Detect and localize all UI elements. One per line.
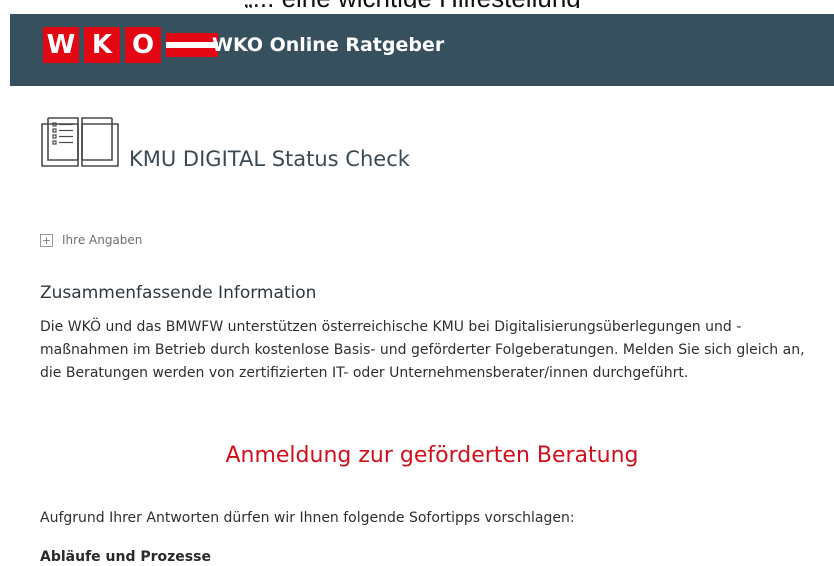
header-bar: W K O WKO Online Ratgeber	[10, 14, 834, 86]
tips-section-title: Abläufe und Prozesse	[40, 549, 211, 565]
header-title[interactable]: WKO Online Ratgeber	[212, 31, 444, 59]
wko-logo[interactable]: W K O	[43, 27, 218, 63]
summary-text: Die WKÖ und das BMWFW unterstützen öster…	[40, 319, 805, 381]
book-icon	[41, 117, 119, 167]
summary-title: Zusammenfassende Information	[40, 283, 317, 303]
ihre-angaben-toggle[interactable]: + Ihre Angaben	[40, 233, 142, 247]
logo-flag-icon	[166, 27, 218, 63]
ihre-angaben-label[interactable]: Ihre Angaben	[62, 233, 142, 247]
top-caption: „... eine wichtige Hilfestellung"	[0, 0, 834, 8]
registration-link[interactable]: Anmeldung zur geförderten Beratung	[0, 441, 834, 471]
page-title: KMU DIGITAL Status Check	[129, 147, 410, 171]
logo-letter-w: W	[43, 27, 79, 63]
logo-letter-k: K	[84, 27, 120, 63]
logo-letter-o: O	[125, 27, 161, 63]
tips-intro: Aufgrund Ihrer Antworten dürfen wir Ihne…	[40, 510, 575, 526]
plus-icon[interactable]: +	[40, 233, 53, 247]
